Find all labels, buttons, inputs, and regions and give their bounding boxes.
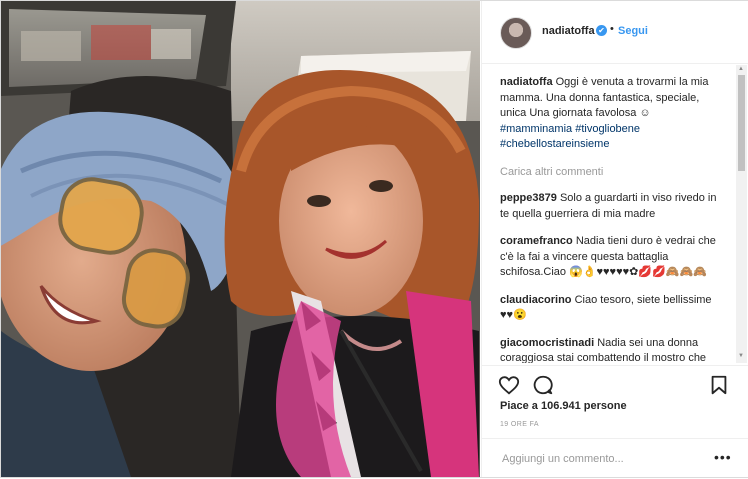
- caption: nadiatoffa Oggi è venuta a trovarmi la m…: [500, 75, 722, 153]
- comment-username[interactable]: giacomocristinadi: [500, 337, 594, 349]
- comment-username[interactable]: peppe3879: [500, 192, 557, 204]
- comments-scrollbar[interactable]: ▲ ▼: [736, 65, 747, 363]
- comment: coramefranco Nadia tieni duro è vedrai c…: [500, 234, 722, 281]
- post-timestamp: 19 ORE FA: [500, 421, 540, 428]
- scroll-down-arrow-icon[interactable]: ▼: [738, 353, 744, 359]
- selfie-image: [1, 1, 480, 477]
- post-photo[interactable]: [1, 1, 480, 477]
- username-link[interactable]: nadiatoffa: [542, 25, 595, 37]
- comment-username[interactable]: claudiacorino: [500, 294, 572, 306]
- hashtag-link[interactable]: #mamminamia: [500, 123, 572, 135]
- comment: peppe3879 Solo a guardarti in viso rived…: [500, 191, 722, 222]
- comment: claudiacorino Ciao tesoro, siete belliss…: [500, 293, 722, 324]
- separator-dot: •: [610, 23, 614, 35]
- verified-badge-icon: ✔: [596, 25, 607, 36]
- comment-icon[interactable]: [532, 374, 554, 396]
- comment: giacomocristinadi Nadia sei una donna co…: [500, 336, 722, 364]
- hashtag-link[interactable]: #tivogliobene: [575, 123, 640, 135]
- follow-button[interactable]: Segui: [618, 25, 648, 37]
- avatar[interactable]: [500, 17, 532, 49]
- add-comment-input[interactable]: [500, 452, 704, 466]
- likes-count[interactable]: Piace a 106.941 persone: [500, 400, 627, 412]
- caption-username[interactable]: nadiatoffa: [500, 76, 553, 88]
- scroll-up-arrow-icon[interactable]: ▲: [738, 66, 744, 72]
- ellipsis-icon[interactable]: •••: [714, 449, 732, 465]
- add-comment-bar: •••: [482, 438, 748, 479]
- comment-username[interactable]: coramefranco: [500, 235, 573, 247]
- post-side-panel: nadiatoffa ✔ • Segui nadiatoffa Oggi è v…: [481, 1, 748, 477]
- post-actions: Piace a 106.941 persone 19 ORE FA •••: [482, 365, 748, 478]
- post-header: nadiatoffa ✔ • Segui: [482, 1, 748, 64]
- heart-icon[interactable]: [498, 374, 520, 396]
- load-more-comments-link[interactable]: Carica altri commenti: [500, 165, 722, 181]
- instagram-post: nadiatoffa ✔ • Segui nadiatoffa Oggi è v…: [0, 0, 748, 478]
- comments-list[interactable]: nadiatoffa Oggi è venuta a trovarmi la m…: [500, 75, 722, 363]
- scrollbar-thumb[interactable]: [738, 75, 745, 171]
- bookmark-icon[interactable]: [708, 374, 730, 396]
- hashtag-link[interactable]: #chebellostareinsieme: [500, 138, 609, 150]
